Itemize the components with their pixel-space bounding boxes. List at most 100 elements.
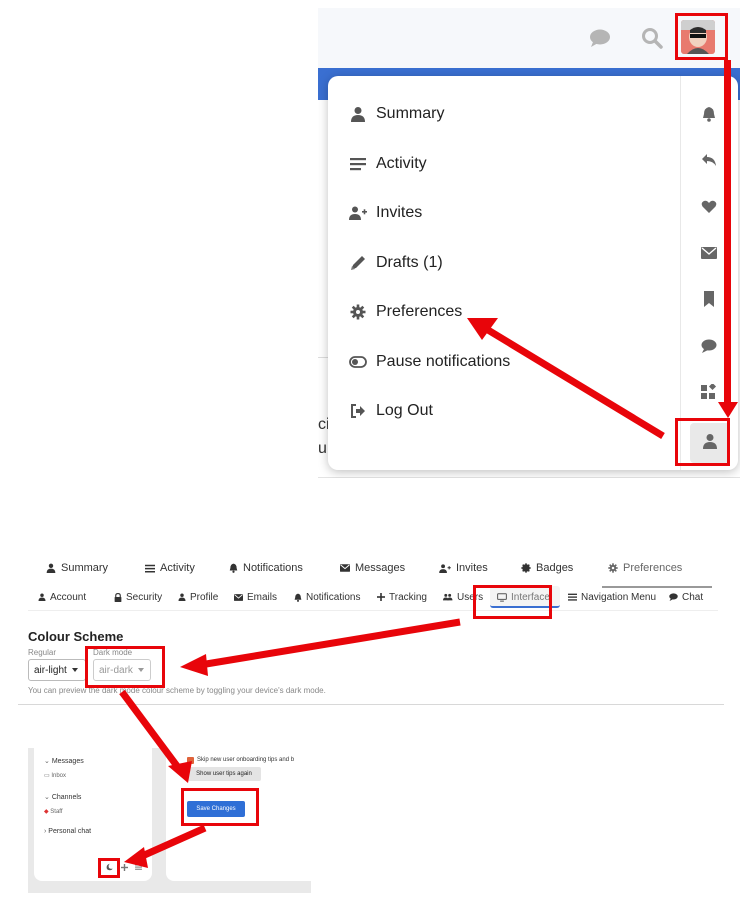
reply-icon[interactable] <box>698 149 720 171</box>
user-menu-dropdown: Summary Activity Invites Drafts (1) Pref… <box>328 76 738 470</box>
background-text-fragment: ci u <box>318 416 330 457</box>
user-icon <box>38 593 46 601</box>
subtab-label: Navigation Menu <box>581 591 657 603</box>
sidebar-item-staff[interactable]: ◆ Staff <box>44 808 63 815</box>
menu-item-label: Invites <box>376 204 423 221</box>
widgets-icon[interactable] <box>698 381 720 403</box>
search-icon[interactable] <box>640 26 664 50</box>
menu-item-invites[interactable]: Invites <box>348 198 422 228</box>
chevron-down-icon: ⌄ <box>44 794 52 801</box>
subtab-profile[interactable]: Profile <box>178 589 218 605</box>
pencil-icon <box>348 253 368 273</box>
user-plus-icon <box>348 203 368 223</box>
menu-item-label: Pause notifications <box>376 353 511 370</box>
user-icon <box>46 563 56 573</box>
tab-notifications[interactable]: Notifications <box>229 553 303 583</box>
chat-sidebar: ⌄ Messages ▭ Inbox ⌄ Channels ◆ Staff › … <box>34 748 152 881</box>
lock-icon <box>114 592 122 602</box>
menu-item-pause-notifications[interactable]: Pause notifications <box>348 347 510 377</box>
subtab-label: Security <box>126 591 163 603</box>
tab-label: Invites <box>456 562 488 574</box>
annotation-box-interface-tab <box>473 585 552 619</box>
sidebar-section-label: Personal chat <box>48 828 92 835</box>
bell-icon <box>229 563 238 573</box>
menu-item-label: Activity <box>376 155 427 172</box>
sidebar-section-messages[interactable]: ⌄ Messages <box>44 757 84 765</box>
menu-item-label: Summary <box>376 105 445 122</box>
tab-label: Badges <box>536 562 574 574</box>
chat-icon[interactable] <box>588 26 612 50</box>
tab-badges[interactable]: Badges <box>521 553 573 583</box>
comment-icon[interactable] <box>698 335 720 357</box>
sidebar-section-label: Messages <box>51 758 84 765</box>
tab-messages[interactable]: Messages <box>340 553 405 583</box>
subtab-navigation-menu[interactable]: Navigation Menu <box>568 589 656 605</box>
user-menu-quick-access <box>680 76 738 470</box>
tab-invites[interactable]: Invites <box>439 553 488 583</box>
sidebar-item-label: Inbox <box>51 773 67 779</box>
annotation-box-save-button <box>181 788 259 826</box>
user-icon <box>348 104 368 124</box>
menu-item-label: Log Out <box>376 402 433 419</box>
bars-icon[interactable] <box>133 862 143 872</box>
annotation-box-dark-mode-select <box>85 646 165 688</box>
bell-icon <box>294 593 302 602</box>
tab-preferences[interactable]: Preferences <box>608 553 682 583</box>
bars-icon <box>568 593 577 601</box>
subtab-label: Chat <box>682 591 704 603</box>
heart-icon[interactable] <box>698 196 720 218</box>
sign-out-icon <box>348 401 368 421</box>
subtab-emails[interactable]: Emails <box>234 589 277 605</box>
subtab-chat[interactable]: Chat <box>669 589 703 605</box>
sidebar-item-inbox[interactable]: ▭ Inbox <box>44 772 66 779</box>
menu-item-activity[interactable]: Activity <box>348 149 427 179</box>
regular-scheme-select[interactable]: air-light <box>28 659 86 681</box>
header-user-menu-panel: ci u Summary Activity Invites Drafts (1) … <box>318 8 740 478</box>
annotation-box-avatar <box>675 13 728 60</box>
subtab-account[interactable]: Account <box>38 589 86 605</box>
sidebar-section-label: Channels <box>51 794 82 801</box>
skip-tips-checkbox[interactable] <box>187 757 194 769</box>
sidebar-section-personal-chat[interactable]: › Personal chat <box>44 828 91 835</box>
envelope-icon <box>340 564 350 572</box>
subtab-label: Account <box>50 591 87 603</box>
menu-item-preferences[interactable]: Preferences <box>348 297 462 327</box>
bars-icon <box>145 564 155 572</box>
subtab-tracking[interactable]: Tracking <box>377 589 427 605</box>
toggle-icon <box>348 352 368 372</box>
bars-icon <box>348 154 368 174</box>
tab-label: Activity <box>160 562 195 574</box>
skip-tips-label: Skip new user onboarding tips and b <box>197 757 295 763</box>
colour-scheme-title: Colour Scheme <box>28 629 124 644</box>
bell-icon[interactable] <box>698 103 720 125</box>
subtab-label: Emails <box>247 591 278 603</box>
user-plus-icon <box>439 563 451 573</box>
tab-label: Preferences <box>623 562 683 574</box>
menu-item-summary[interactable]: Summary <box>348 99 444 129</box>
menu-item-log-out[interactable]: Log Out <box>348 396 433 426</box>
plus-icon[interactable] <box>119 862 129 872</box>
subtab-label: Notifications <box>306 591 361 603</box>
sidebar-item-label: Staff <box>50 809 63 815</box>
user-menu-list: Summary Activity Invites Drafts (1) Pref… <box>328 76 680 470</box>
show-user-tips-button[interactable]: Show user tips again <box>187 767 261 781</box>
gear-icon <box>348 302 368 322</box>
tab-summary[interactable]: Summary <box>46 553 108 583</box>
tab-activity[interactable]: Activity <box>145 553 195 583</box>
users-icon <box>443 593 453 601</box>
menu-item-label: Preferences <box>376 303 463 320</box>
bookmark-icon[interactable] <box>698 288 720 310</box>
annotation-box-profile-tab <box>675 418 730 466</box>
sidebar-section-channels[interactable]: ⌄ Channels <box>44 793 81 801</box>
user-icon <box>178 593 186 601</box>
tab-label: Messages <box>355 562 406 574</box>
menu-item-label: Drafts (1) <box>376 254 443 271</box>
gear-icon <box>608 563 618 573</box>
regular-scheme-label: Regular <box>28 648 57 657</box>
subtab-security[interactable]: Security <box>114 589 162 605</box>
menu-item-drafts[interactable]: Drafts (1) <box>348 248 443 278</box>
preferences-subnav: Account Security Profile Emails Notifica… <box>28 583 718 611</box>
envelope-icon[interactable] <box>698 242 720 264</box>
tab-label: Summary <box>61 562 109 574</box>
subtab-notifications[interactable]: Notifications <box>294 589 360 605</box>
